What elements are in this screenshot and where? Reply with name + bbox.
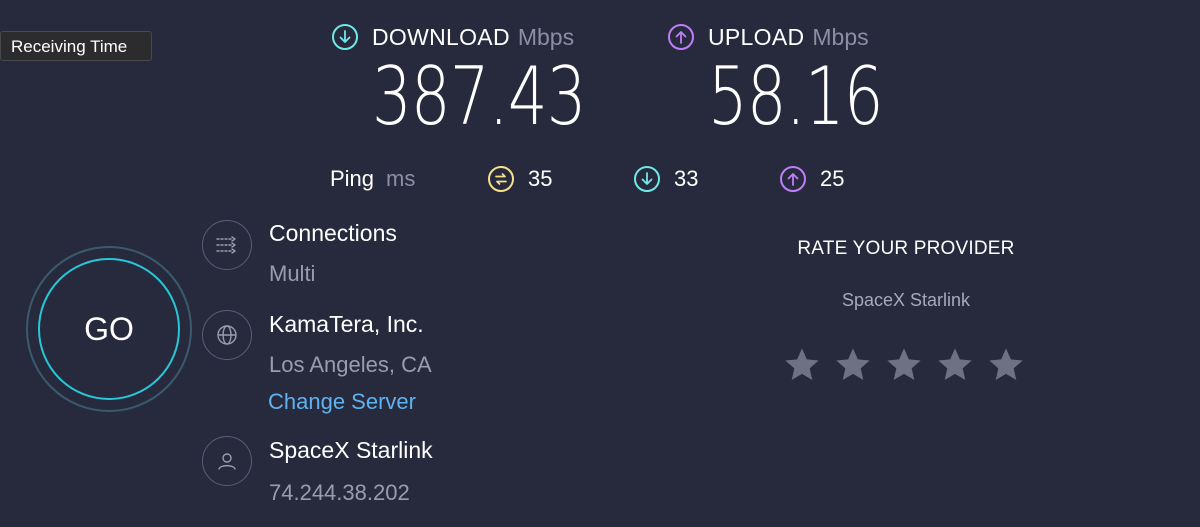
ping-label-group: Ping ms	[330, 164, 415, 194]
go-button[interactable]: GO	[38, 258, 180, 400]
ping-download-value: 33	[674, 166, 699, 191]
upload-label: UPLOAD	[708, 23, 805, 50]
upload-header: UPLOAD Mbps	[668, 22, 869, 52]
globe-icon	[202, 310, 252, 360]
change-server-link[interactable]: Change Server	[268, 389, 416, 415]
ping-download: 33	[634, 164, 698, 194]
download-value: 387.43	[372, 50, 586, 143]
tooltip-text: Receiving Time	[11, 37, 128, 56]
rate-provider-title: RATE YOUR PROVIDER	[797, 238, 1015, 259]
download-header: DOWNLOAD Mbps	[332, 22, 574, 52]
tooltip: Receiving Time	[0, 31, 152, 61]
connections-value: Multi	[269, 261, 316, 286]
ping-upload-value: 25	[820, 166, 845, 191]
go-button-label: GO	[84, 310, 134, 347]
ping-unit: ms	[386, 166, 416, 191]
provider-name: SpaceX Starlink	[269, 437, 433, 463]
arrow-up-circle-icon	[668, 24, 694, 50]
arrow-down-circle-icon	[634, 166, 660, 192]
server-location: Los Angeles, CA	[269, 352, 432, 377]
upload-value: 58.16	[708, 50, 884, 143]
star-icon[interactable]	[782, 345, 822, 385]
star-icon[interactable]	[935, 345, 975, 385]
connections-icon[interactable]	[202, 220, 252, 270]
ping-idle: 35	[488, 164, 552, 194]
star-icon[interactable]	[833, 345, 873, 385]
idle-latency-icon	[488, 166, 514, 192]
rating-stars	[782, 345, 1037, 385]
upload-unit: Mbps	[812, 23, 869, 50]
star-icon[interactable]	[986, 345, 1026, 385]
download-label: DOWNLOAD	[372, 23, 510, 50]
rate-provider-name: SpaceX Starlink	[841, 290, 971, 310]
arrow-down-circle-icon	[332, 24, 358, 50]
ping-upload: 25	[780, 164, 844, 194]
connections-title: Connections	[269, 220, 397, 246]
provider-ip: 74.244.38.202	[269, 480, 410, 505]
star-icon[interactable]	[884, 345, 924, 385]
download-unit: Mbps	[517, 23, 575, 50]
server-name: KamaTera, Inc.	[269, 311, 424, 337]
ping-label: Ping	[330, 166, 375, 191]
arrow-up-circle-icon	[780, 166, 806, 192]
ping-idle-value: 35	[528, 166, 553, 191]
user-icon	[202, 436, 252, 486]
